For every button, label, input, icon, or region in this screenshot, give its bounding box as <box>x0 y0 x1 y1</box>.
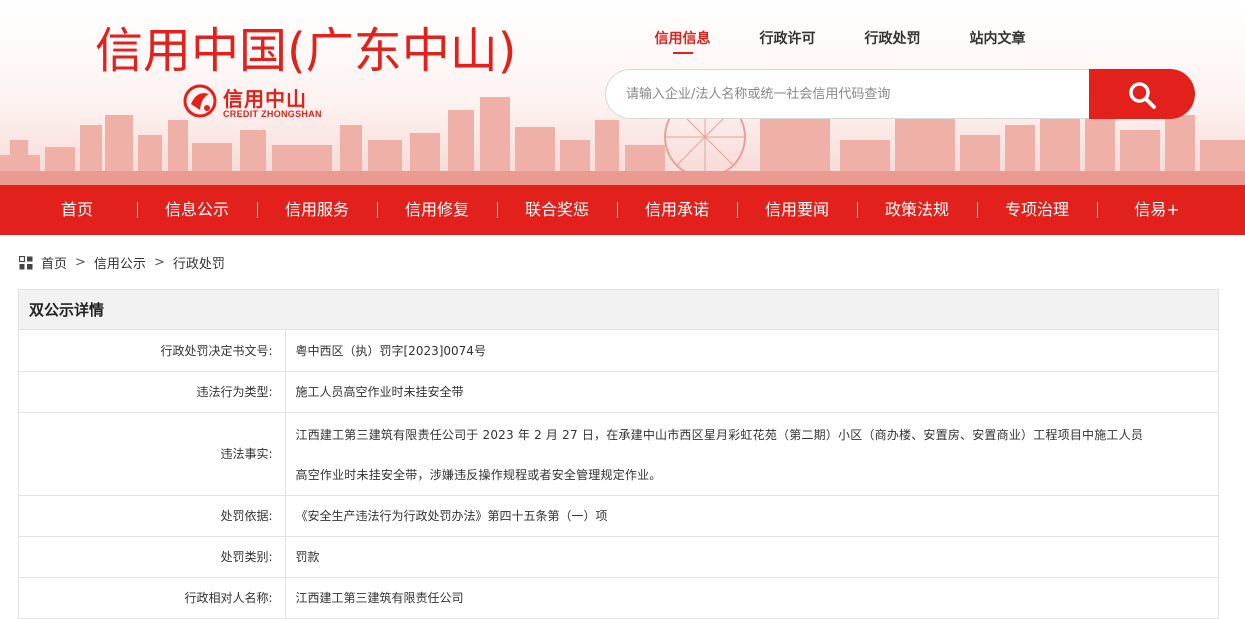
table-row: 行政处罚决定书文号: 粤中西区（执）罚字[2023]0074号 <box>19 330 1218 372</box>
breadcrumb-separator: > <box>75 255 86 270</box>
row-label: 处罚类别: <box>19 536 286 578</box>
header-banner: 信用中国(广东中山) 信用中山 CREDIT ZHONGSHAN 信用信息 行政… <box>0 0 1245 185</box>
row-value: 罚款 <box>285 536 1218 578</box>
credit-zhongshan-logo[interactable]: 信用中山 CREDIT ZHONGSHAN <box>183 82 343 122</box>
row-label: 行政处罚决定书文号: <box>19 330 286 372</box>
row-label: 违法行为类型: <box>19 371 286 413</box>
nav-item-credit-news[interactable]: 信用要闻 <box>737 185 857 235</box>
tab-credit-info[interactable]: 信用信息 <box>630 28 735 54</box>
nav-item-info-disclosure[interactable]: 信息公示 <box>137 185 257 235</box>
nav-item-credit-service[interactable]: 信用服务 <box>257 185 377 235</box>
breadcrumb-home[interactable]: 首页 <box>41 253 67 272</box>
row-value: 粤中西区（执）罚字[2023]0074号 <box>285 330 1218 372</box>
nav-item-policies[interactable]: 政策法规 <box>857 185 977 235</box>
search-icon <box>1129 82 1156 109</box>
logo-text-cn: 信用中山 <box>223 87 307 111</box>
site-title: 信用中国(广东中山) <box>95 23 517 79</box>
search-button[interactable] <box>1089 69 1195 119</box>
nav-item-credit-repair[interactable]: 信用修复 <box>377 185 497 235</box>
logo-mark-icon <box>183 84 217 118</box>
row-label: 行政相对人名称: <box>19 577 286 619</box>
table-row: 违法行为类型: 施工人员高空作业时未挂安全带 <box>19 371 1218 413</box>
nav-item-xinyi-plus[interactable]: 信易+ <box>1097 185 1217 235</box>
tab-admin-penalty[interactable]: 行政处罚 <box>840 28 945 48</box>
top-tabs: 信用信息 行政许可 行政处罚 站内文章 <box>630 28 1050 54</box>
search-box <box>605 69 1195 119</box>
violation-facts-line-2: 高空作业时未挂安全带，涉嫌违反操作规程或者安全管理规定作业。 <box>295 467 662 482</box>
breadcrumb-separator: > <box>153 255 165 270</box>
tab-admin-license[interactable]: 行政许可 <box>735 28 840 48</box>
table-row: 处罚依据: 《安全生产违法行为行政处罚办法》第四十五条第（一）项 <box>19 495 1218 537</box>
nav-item-joint-reward-punish[interactable]: 联合奖惩 <box>497 185 617 235</box>
row-value: 《安全生产违法行为行政处罚办法》第四十五条第（一）项 <box>285 495 1218 537</box>
violation-facts-line-1: 江西建工第三建筑有限责任公司于 2023 年 2 月 27 日，在承建中山市西区… <box>295 427 1144 442</box>
row-value: 江西建工第三建筑有限责任公司 <box>285 577 1218 619</box>
breadcrumb-credit-disclosure[interactable]: 信用公示 <box>94 253 146 272</box>
tab-site-articles[interactable]: 站内文章 <box>945 28 1050 48</box>
breadcrumb-admin-penalty[interactable]: 行政处罚 <box>173 253 225 272</box>
breadcrumb: 首页 > 信用公示 > 行政处罚 <box>19 253 225 272</box>
row-value: 施工人员高空作业时未挂安全带 <box>285 371 1218 413</box>
nav-item-special-governance[interactable]: 专项治理 <box>977 185 1097 235</box>
row-value: 江西建工第三建筑有限责任公司于 2023 年 2 月 27 日，在承建中山市西区… <box>285 412 1218 496</box>
detail-table: 行政处罚决定书文号: 粤中西区（执）罚字[2023]0074号 违法行为类型: … <box>19 330 1218 619</box>
main-nav: 首页 信息公示 信用服务 信用修复 联合奖惩 信用承诺 信用要闻 政策法规 专项… <box>0 185 1245 235</box>
detail-panel: 双公示详情 行政处罚决定书文号: 粤中西区（执）罚字[2023]0074号 违法… <box>18 289 1219 619</box>
row-label: 违法事实: <box>19 412 286 496</box>
table-row: 违法事实: 江西建工第三建筑有限责任公司于 2023 年 2 月 27 日，在承… <box>19 412 1218 496</box>
table-row: 行政相对人名称: 江西建工第三建筑有限责任公司 <box>19 577 1218 619</box>
nav-item-home[interactable]: 首页 <box>17 185 137 235</box>
row-label: 处罚依据: <box>19 495 286 537</box>
search-input[interactable] <box>605 69 1105 119</box>
panel-title: 双公示详情 <box>19 290 1218 330</box>
grid-menu-icon <box>19 255 33 269</box>
nav-item-credit-pledge[interactable]: 信用承诺 <box>617 185 737 235</box>
logo-text-en: CREDIT ZHONGSHAN <box>223 109 322 119</box>
table-row: 处罚类别: 罚款 <box>19 536 1218 578</box>
